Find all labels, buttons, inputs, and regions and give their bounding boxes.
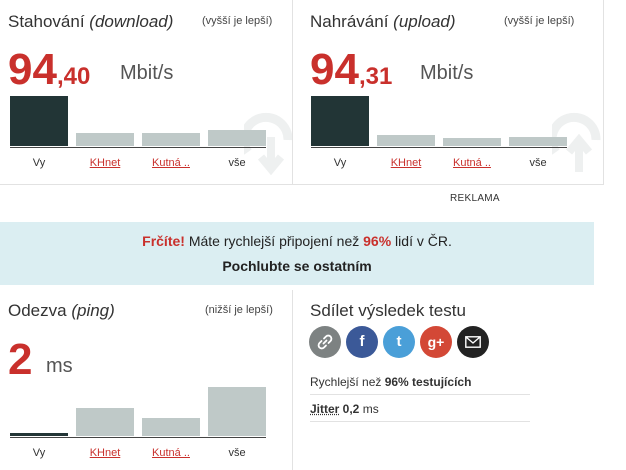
divider-right-edge xyxy=(603,0,604,185)
download-unit: Mbit/s xyxy=(120,62,174,84)
banner-message: Frčíte! Máte rychlejší připojení než 96%… xyxy=(142,233,452,249)
ping-baseline xyxy=(10,437,266,438)
ping-value: 2 xyxy=(8,335,33,384)
upload-label-you: Vy xyxy=(333,157,347,169)
ping-title: Odezva (ping) xyxy=(8,301,115,320)
upload-bar-all xyxy=(509,137,567,146)
upload-unit: Mbit/s xyxy=(420,62,474,84)
share-facebook-button[interactable]: f xyxy=(346,326,378,358)
ping-bar-khnet xyxy=(76,408,134,436)
upload-label-khnet[interactable]: KHnet xyxy=(377,157,435,169)
download-bar-khnet xyxy=(76,133,134,146)
download-label-khnet[interactable]: KHnet xyxy=(76,157,134,169)
ping-bar-all xyxy=(208,387,266,436)
upload-bar-khnet xyxy=(377,135,435,146)
upload-value: 94,31 xyxy=(310,45,393,94)
upload-title: Nahrávání (upload) xyxy=(310,12,456,31)
divider-vertical-top xyxy=(292,0,293,185)
ping-bar-you xyxy=(10,433,68,436)
upload-bar-you xyxy=(311,96,369,146)
share-email-button[interactable] xyxy=(457,326,489,358)
jitter-stat: Jitter 0,2 ms xyxy=(310,402,379,416)
ping-bar-kutna xyxy=(142,418,200,436)
share-link-button[interactable] xyxy=(309,326,341,358)
banner-cta[interactable]: Pochlubte se ostatním xyxy=(0,258,594,274)
stats-separator-2 xyxy=(310,421,530,422)
ping-label-all: vše xyxy=(228,447,246,459)
divider-vertical-bottom xyxy=(292,290,293,470)
download-label-you: Vy xyxy=(32,157,46,169)
upload-label-kutna[interactable]: Kutná .. xyxy=(443,157,501,169)
download-bar-all xyxy=(208,130,266,146)
share-twitter-button[interactable]: t xyxy=(383,326,415,358)
divider-horizontal-top xyxy=(0,184,604,185)
download-hint: (vyšší je lepší) xyxy=(202,15,273,27)
ping-unit: ms xyxy=(46,355,73,377)
download-bar-kutna xyxy=(142,133,200,146)
link-icon xyxy=(317,334,333,350)
download-label-all: vše xyxy=(228,157,246,169)
upload-hint: (vyšší je lepší) xyxy=(504,15,575,27)
upload-baseline xyxy=(311,147,567,148)
ping-label-you: Vy xyxy=(32,447,46,459)
download-value: 94,40 xyxy=(8,45,91,94)
ping-label-khnet[interactable]: KHnet xyxy=(76,447,134,459)
upload-label-all: vše xyxy=(529,157,547,169)
result-banner: Frčíte! Máte rychlejší připojení než 96%… xyxy=(0,222,594,285)
share-google-plus-button[interactable]: g+ xyxy=(420,326,452,358)
download-baseline xyxy=(10,147,266,148)
faster-than-stat: Rychlejší než 96% testujících xyxy=(310,375,472,389)
ping-hint: (nižší je lepší) xyxy=(205,304,273,316)
twitter-icon: t xyxy=(396,333,402,350)
download-label-kutna[interactable]: Kutná .. xyxy=(142,157,200,169)
download-bar-you xyxy=(10,96,68,146)
share-title: Sdílet výsledek testu xyxy=(310,301,466,320)
ping-label-kutna[interactable]: Kutná .. xyxy=(142,447,200,459)
email-icon xyxy=(465,336,481,348)
ad-label: REKLAMA xyxy=(450,193,500,204)
download-title: Stahování (download) xyxy=(8,12,174,31)
google-plus-icon: g+ xyxy=(427,334,445,350)
upload-bar-kutna xyxy=(443,138,501,146)
stats-separator xyxy=(310,394,530,395)
facebook-icon: f xyxy=(359,333,365,350)
